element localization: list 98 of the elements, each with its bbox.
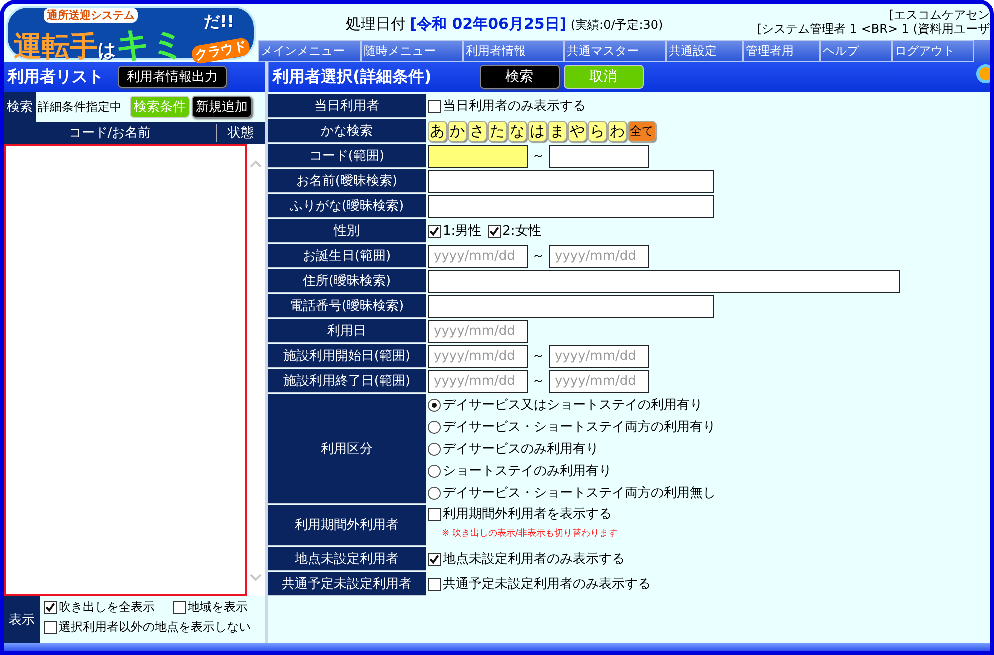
menu-item[interactable]: 共通設定 bbox=[666, 40, 743, 62]
option-label: 当日利用者のみ表示する bbox=[443, 98, 586, 115]
field-label: 性別 bbox=[268, 219, 426, 243]
field-label: かな検索 bbox=[268, 119, 426, 143]
option-label: 1:男性 bbox=[443, 223, 482, 240]
kana-button[interactable]: な bbox=[508, 120, 527, 142]
export-button[interactable]: 利用者情報出力 bbox=[118, 66, 227, 88]
add-new-button[interactable]: 新規追加 bbox=[192, 96, 252, 118]
option-label: デイサービス又はショートステイの利用有り bbox=[443, 397, 703, 414]
checkbox[interactable] bbox=[428, 578, 441, 590]
checkbox[interactable] bbox=[173, 601, 186, 614]
menu-item[interactable]: 利用者情報 bbox=[463, 40, 564, 62]
range-separator: ～ bbox=[532, 248, 545, 265]
search-label: 検索 bbox=[4, 92, 36, 122]
field-label: お誕生日(範囲) bbox=[268, 244, 426, 268]
option-label: 吹き出しを全表示 bbox=[59, 599, 155, 616]
checkbox[interactable] bbox=[488, 224, 501, 238]
input-field[interactable] bbox=[428, 294, 714, 318]
input-field[interactable] bbox=[428, 144, 528, 168]
record-counts: (実績:0/予定:30) bbox=[570, 18, 664, 32]
radio-button[interactable] bbox=[428, 486, 441, 500]
checkbox[interactable] bbox=[44, 621, 57, 634]
field-label: 利用日 bbox=[268, 319, 426, 343]
radio-button[interactable] bbox=[428, 398, 441, 412]
date-field[interactable]: yyyy/mm/dd bbox=[428, 320, 528, 342]
option-label: 2:女性 bbox=[502, 223, 542, 240]
range-separator: ～ bbox=[532, 348, 545, 365]
kana-button[interactable]: や bbox=[568, 120, 587, 142]
search-status: 詳細条件指定中 bbox=[38, 98, 122, 116]
kana-button[interactable]: 全て bbox=[628, 120, 656, 142]
search-button[interactable]: 検索 bbox=[480, 65, 560, 89]
radio-button[interactable] bbox=[428, 464, 441, 478]
input-field[interactable]: yyyy/mm/dd bbox=[549, 344, 649, 368]
panel-title: 利用者リスト bbox=[8, 66, 104, 88]
range-separator: ～ bbox=[532, 373, 545, 390]
office-name: [エスコムケアセン bbox=[889, 8, 990, 22]
kana-button[interactable]: か bbox=[448, 120, 467, 142]
note-text: ※ 吹き出しの表示/非表示も切り替わります bbox=[441, 528, 618, 541]
menu-item[interactable]: 随時メニュー bbox=[361, 40, 463, 62]
menu-item[interactable]: メインメニュー bbox=[258, 40, 361, 62]
field-label: 地点未設定利用者 bbox=[268, 547, 426, 571]
option-label: ショートステイのみ利用有り bbox=[443, 463, 612, 480]
option-label: デイサービスのみ利用有り bbox=[443, 441, 599, 458]
radio-button[interactable] bbox=[428, 420, 441, 434]
kana-button[interactable]: わ bbox=[608, 120, 627, 142]
menu-item[interactable]: 共通マスター bbox=[564, 40, 666, 62]
kana-button[interactable]: ま bbox=[548, 120, 567, 142]
input-field[interactable]: yyyy/mm/dd bbox=[549, 370, 649, 392]
menu-item[interactable]: ログアウト bbox=[892, 40, 974, 62]
input-field[interactable]: yyyy/mm/dd bbox=[428, 344, 528, 368]
user-list[interactable] bbox=[4, 144, 247, 596]
radio-button[interactable] bbox=[428, 442, 441, 456]
field-label: 当日利用者 bbox=[268, 94, 426, 118]
user-name: [システム管理者 1 <BR> 1 (資料用ユーザ bbox=[757, 22, 990, 36]
option-label: 共通予定未設定利用者のみ表示する bbox=[443, 576, 651, 593]
field-label: コード(範囲) bbox=[268, 144, 426, 168]
field-label: 利用区分 bbox=[268, 394, 426, 504]
kana-button[interactable]: は bbox=[528, 120, 547, 142]
option-label: 選択利用者以外の地点を表示しない bbox=[59, 619, 251, 636]
input-field[interactable] bbox=[428, 170, 714, 192]
field-label: 電話番号(曖昧検索) bbox=[268, 294, 426, 318]
field-label: お名前(曖昧検索) bbox=[268, 169, 426, 193]
input-field[interactable] bbox=[428, 194, 714, 218]
kana-button[interactable]: あ bbox=[428, 120, 447, 142]
option-label: 地域を表示 bbox=[188, 599, 248, 616]
checkbox[interactable] bbox=[428, 100, 441, 112]
menu-item[interactable]: ヘルプ bbox=[820, 40, 892, 62]
column-header: コード/お名前 bbox=[4, 124, 217, 142]
option-label: 地点未設定利用者のみ表示する bbox=[443, 551, 625, 568]
column-header: 状態 bbox=[226, 125, 255, 142]
checkbox[interactable] bbox=[428, 552, 441, 566]
option-label: 利用期間外利用者を表示する bbox=[443, 506, 612, 523]
field-label: 住所(曖昧検索) bbox=[268, 269, 426, 293]
round-icon[interactable] bbox=[976, 64, 990, 84]
display-label: 表示 bbox=[4, 596, 40, 643]
panel-title: 利用者選択(詳細条件) bbox=[273, 66, 432, 88]
input-field[interactable]: yyyy/mm/dd bbox=[428, 244, 528, 268]
field-label: 施設利用終了日(範囲) bbox=[268, 369, 426, 393]
kana-button[interactable]: た bbox=[488, 120, 507, 142]
processing-date: [令和 02年06月25日] bbox=[410, 15, 567, 33]
input-field[interactable] bbox=[428, 270, 900, 292]
checkbox[interactable] bbox=[428, 508, 441, 520]
menu-item[interactable]: 管理者用 bbox=[743, 40, 820, 62]
field-label: 共通予定未設定利用者 bbox=[268, 572, 426, 596]
kana-button[interactable]: さ bbox=[468, 120, 487, 142]
field-label: ふりがな(曖昧検索) bbox=[268, 194, 426, 218]
input-field[interactable]: yyyy/mm/dd bbox=[549, 244, 649, 268]
input-field[interactable] bbox=[549, 144, 649, 168]
field-label: 利用期間外利用者 bbox=[268, 505, 426, 546]
checkbox[interactable] bbox=[428, 224, 441, 238]
date-label: 処理日付 bbox=[346, 15, 406, 33]
input-field[interactable]: yyyy/mm/dd bbox=[428, 370, 528, 392]
field-label: 施設利用開始日(範囲) bbox=[268, 344, 426, 368]
checkbox[interactable] bbox=[44, 601, 57, 614]
option-label: デイサービス・ショートステイ両方の利用有り bbox=[443, 419, 716, 436]
option-label: デイサービス・ショートステイ両方の利用無し bbox=[443, 485, 716, 502]
kana-button[interactable]: ら bbox=[588, 120, 607, 142]
range-separator: ～ bbox=[532, 148, 545, 165]
